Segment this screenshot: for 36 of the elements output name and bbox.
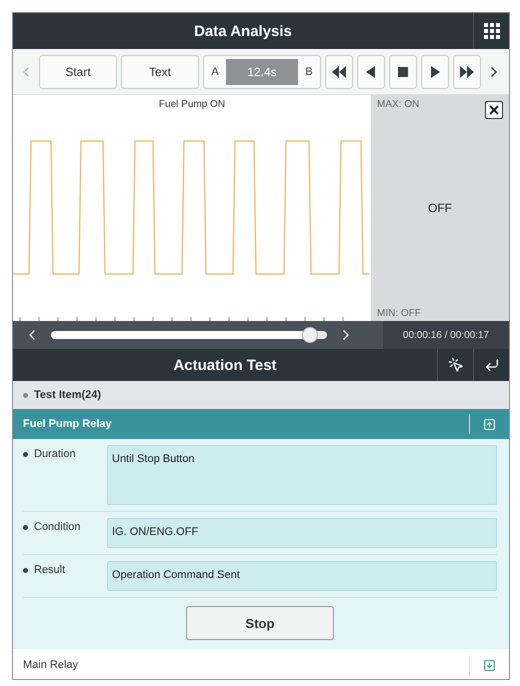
window-title: Data Analysis — [193, 22, 293, 40]
field-value: IG. ON/ENG.OFF — [107, 518, 497, 548]
max-label: MAX: ON — [377, 99, 420, 110]
reverse-button[interactable] — [357, 54, 385, 88]
min-label: MIN: OFF — [377, 308, 421, 319]
field-label: Duration — [34, 448, 76, 460]
current-value: OFF — [428, 201, 452, 215]
test-item-header[interactable]: Fuel Pump Relay — [13, 409, 509, 439]
close-button[interactable] — [485, 101, 503, 119]
field-label: Result — [34, 564, 66, 576]
range-selector[interactable]: A 12.4s B — [203, 54, 321, 88]
playback-time: 00:00:16 / 00:00:17 — [383, 321, 509, 349]
section-title: Actuation Test — [172, 356, 278, 374]
play-button[interactable] — [421, 54, 449, 88]
rewind-button[interactable] — [325, 54, 353, 88]
toolbar-button[interactable]: Text — [121, 54, 199, 88]
field-label: Condition — [34, 521, 80, 533]
rewind-icon — [332, 66, 346, 78]
playback-slider[interactable] — [51, 327, 327, 343]
play-icon — [428, 66, 442, 78]
graph-title: Fuel Pump ON — [158, 99, 226, 110]
range-end-label: B — [304, 66, 314, 78]
stop-button[interactable] — [389, 54, 417, 88]
toolbar-button[interactable]: Start — [39, 54, 117, 88]
grid-icon — [484, 23, 500, 39]
field-value: Until Stop Button — [107, 445, 497, 505]
stop-button[interactable]: Stop — [186, 606, 334, 640]
fast-forward-icon — [460, 66, 474, 78]
range-start-label: A — [210, 66, 220, 78]
reverse-icon — [364, 66, 378, 78]
field-value: Operation Command Sent — [107, 561, 497, 591]
range-value: 12.4s — [226, 58, 298, 84]
fast-forward-button[interactable] — [453, 54, 481, 88]
close-icon — [489, 105, 499, 115]
stop-icon — [396, 66, 410, 78]
list-header: Test Item(24) — [34, 389, 102, 401]
